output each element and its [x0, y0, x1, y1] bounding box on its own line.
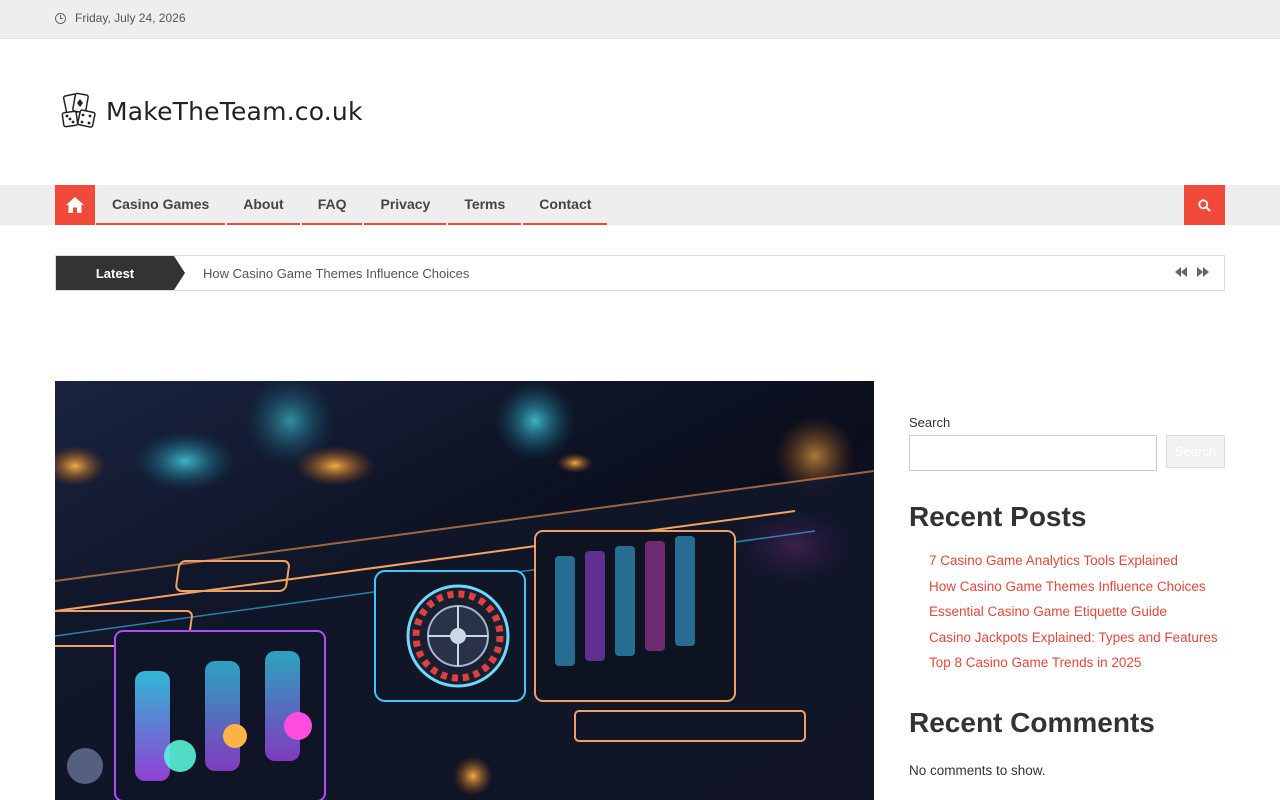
recent-post-link[interactable]: Essential Casino Game Etiquette Guide	[929, 604, 1167, 619]
list-item: Essential Casino Game Etiquette Guide	[929, 599, 1225, 625]
fast-forward-icon	[1197, 267, 1209, 277]
ticker-prev-button[interactable]	[1174, 266, 1188, 278]
ticker-next-button[interactable]	[1196, 266, 1210, 278]
cards-dice-icon	[61, 92, 96, 128]
site-title: MakeTheTeam.co.uk	[106, 96, 363, 126]
recent-post-link[interactable]: Top 8 Casino Game Trends in 2025	[929, 655, 1141, 670]
recent-posts-title: Recent Posts	[909, 501, 1087, 532]
recent-posts-list: 7 Casino Game Analytics Tools Explained …	[909, 548, 1225, 676]
clock-icon	[55, 12, 66, 24]
nav-item-privacy[interactable]: Privacy	[364, 185, 447, 225]
ticker-label: Latest	[56, 256, 185, 290]
date-display: Friday, July 24, 2026	[55, 11, 186, 25]
recent-post-link[interactable]: 7 Casino Game Analytics Tools Explained	[929, 553, 1178, 568]
recent-post-link[interactable]: Casino Jackpots Explained: Types and Fea…	[929, 630, 1218, 645]
list-item: Casino Jackpots Explained: Types and Fea…	[929, 625, 1225, 651]
casino-interface-illustration	[55, 381, 874, 800]
search-input[interactable]	[909, 435, 1157, 471]
nav-item-faq[interactable]: FAQ	[301, 185, 363, 225]
search-toggle-button[interactable]	[1184, 185, 1225, 225]
ticker-headline[interactable]: How Casino Game Themes Influence Choices	[203, 266, 469, 281]
list-item: How Casino Game Themes Influence Choices	[929, 574, 1225, 600]
search-submit-button[interactable]: Search	[1166, 435, 1225, 468]
search-icon	[1198, 198, 1211, 212]
recent-comments-title: Recent Comments	[909, 706, 1155, 738]
sidebar: Search Search Recent Posts 7 Casino Game…	[909, 415, 1225, 778]
nav-item-contact[interactable]: Contact	[523, 185, 608, 225]
home-icon	[66, 197, 84, 213]
rewind-icon	[1175, 267, 1187, 277]
top-bar: Friday, July 24, 2026	[0, 0, 1280, 39]
search-form: Search	[909, 435, 1225, 471]
nav-menu: Casino Games About FAQ Privacy Terms Con…	[96, 185, 609, 225]
list-item: Top 8 Casino Game Trends in 2025	[929, 650, 1225, 676]
main-navigation: Casino Games About FAQ Privacy Terms Con…	[0, 185, 1280, 225]
no-comments-text: No comments to show.	[909, 762, 1046, 778]
home-button[interactable]	[55, 185, 95, 225]
nav-item-about[interactable]: About	[227, 185, 300, 225]
list-item: 7 Casino Game Analytics Tools Explained	[929, 548, 1225, 574]
search-label: Search	[909, 415, 951, 430]
nav-item-terms[interactable]: Terms	[448, 185, 522, 225]
recent-post-link[interactable]: How Casino Game Themes Influence Choices	[929, 579, 1206, 594]
nav-item-casino-games[interactable]: Casino Games	[96, 185, 226, 225]
latest-ticker: Latest How Casino Game Themes Influence …	[55, 255, 1225, 291]
date-text: Friday, July 24, 2026	[75, 11, 186, 25]
site-logo[interactable]: MakeTheTeam.co.uk	[61, 92, 363, 130]
featured-image[interactable]	[55, 381, 874, 800]
